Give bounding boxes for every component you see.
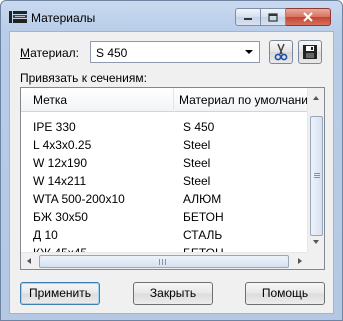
list-item[interactable]: IPE 330 S 450 [21, 118, 307, 136]
list-item[interactable]: L 4x3x0.25 Steel [21, 136, 307, 154]
material-combobox[interactable]: S 450 [90, 41, 260, 63]
window-title: Материалы [31, 11, 96, 25]
list-item[interactable]: БЖ 30x50 БЕТОН [21, 208, 307, 226]
row-material: S 450 [183, 120, 215, 134]
horizontal-scroll-thumb[interactable] [39, 255, 289, 268]
scroll-left-icon[interactable] [27, 258, 31, 264]
row-mark: W 12x190 [33, 156, 88, 170]
close-button[interactable]: Закрыть [133, 282, 213, 305]
close-icon [303, 12, 313, 22]
scroll-corner [307, 252, 324, 269]
column-separator[interactable] [173, 88, 174, 112]
list-item[interactable]: Д 10 СТАЛЬ [21, 226, 307, 244]
row-material: Steel [183, 138, 211, 152]
material-label: Материал: [20, 46, 79, 60]
row-mark: IPE 330 [33, 120, 76, 134]
row-mark: БЖ 30x50 [33, 210, 88, 224]
scissors-icon [274, 43, 288, 61]
help-button[interactable]: Помощь [245, 282, 325, 305]
save-button[interactable] [298, 40, 322, 64]
materials-window: Материалы Материал: S 450 Привязать к се… [0, 0, 343, 321]
floppy-disk-icon [303, 45, 317, 59]
materials-app-icon [9, 11, 27, 23]
grip-icon [159, 259, 166, 265]
maximize-button[interactable] [261, 8, 286, 26]
material-combobox-value: S 450 [96, 46, 128, 60]
row-material: АЛЮМ [183, 192, 222, 206]
column-header-mark[interactable]: Метка [33, 93, 67, 107]
scroll-up-icon[interactable] [313, 96, 319, 100]
row-mark: L 4x3x0.25 [33, 138, 92, 152]
material-label-text: атериал: [30, 46, 79, 60]
cut-button[interactable] [269, 40, 293, 64]
title-bar[interactable]: Материалы [1, 1, 342, 31]
vertical-scrollbar[interactable] [307, 88, 324, 252]
column-header-default-material[interactable]: Материал по умолчанию [179, 93, 317, 107]
link-to-sections-label: Привязать к сечениям: [20, 71, 147, 85]
material-label-mnemonic: М [20, 46, 31, 60]
row-material: БЕТОН [183, 210, 224, 224]
vertical-scroll-thumb[interactable] [310, 116, 323, 236]
close-window-button[interactable] [286, 8, 331, 26]
scroll-right-icon[interactable] [298, 258, 302, 264]
row-mark: WTA 500-200x10 [33, 192, 125, 206]
maximize-icon [268, 12, 278, 22]
chevron-down-icon [245, 50, 253, 54]
sections-list[interactable]: Метка Материал по умолчанию IPE 330 S 45… [20, 87, 325, 270]
list-item[interactable]: W 14x211 Steel [21, 172, 307, 190]
row-material: Steel [183, 174, 211, 188]
horizontal-scrollbar[interactable] [21, 252, 307, 269]
row-mark: W 14x211 [33, 174, 87, 188]
minimize-icon [244, 18, 252, 20]
apply-button[interactable]: Применить [20, 282, 100, 305]
row-mark: Д 10 [33, 228, 58, 242]
minimize-button[interactable] [235, 8, 261, 26]
scroll-down-icon[interactable] [313, 240, 319, 244]
row-material: СТАЛЬ [183, 228, 223, 242]
dialog-client-area: Материал: S 450 Привязать к сечениям: Ме… [9, 31, 334, 314]
list-item[interactable]: W 12x190 Steel [21, 154, 307, 172]
list-header: Метка Материал по умолчанию [21, 88, 324, 112]
list-item[interactable]: WTA 500-200x10 АЛЮМ [21, 190, 307, 208]
grip-icon [314, 173, 320, 178]
row-material: Steel [183, 156, 211, 170]
